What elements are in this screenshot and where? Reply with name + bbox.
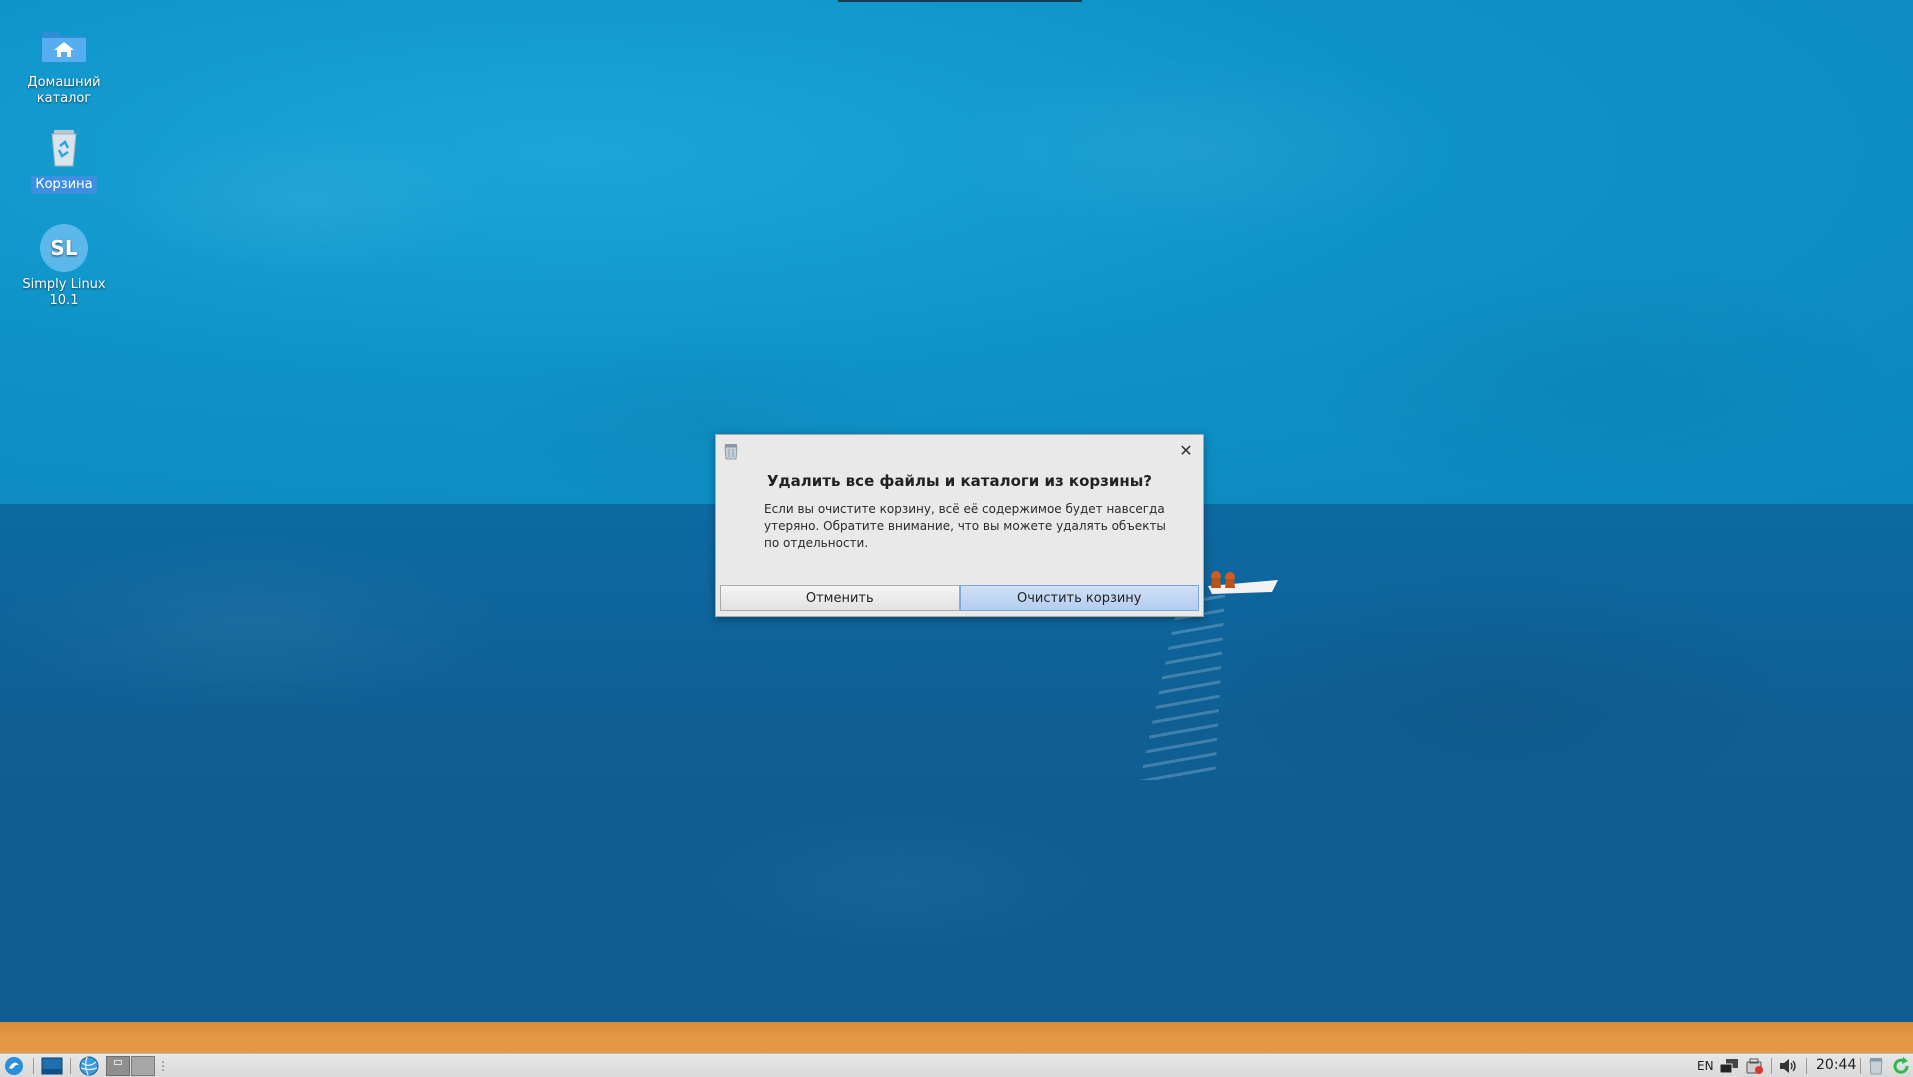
dialog-buttons: Отменить Очистить корзину [720, 585, 1199, 611]
simply-linux-icon: SL [38, 222, 90, 274]
desktop-icon-home-label: Домашний [27, 75, 101, 90]
volume-icon[interactable] [1777, 1056, 1799, 1076]
trash-tray-icon[interactable] [1865, 1056, 1887, 1076]
wallpaper-sand [0, 1022, 1913, 1054]
workspace-1-icon[interactable] [106, 1056, 130, 1076]
simply-linux-logo-text: SL [50, 236, 77, 260]
keyboard-layout-indicator[interactable]: EN [1697, 1058, 1714, 1074]
start-menu-icon[interactable] [3, 1056, 25, 1076]
desktop-icon-home[interactable]: Домашний каталог [16, 20, 112, 108]
browser-icon[interactable] [78, 1056, 100, 1076]
close-icon[interactable]: ✕ [1177, 442, 1195, 460]
trash-icon [38, 122, 90, 174]
show-desktop-icon[interactable] [41, 1056, 63, 1076]
desktop-icon-home-label-2: каталог [36, 91, 92, 106]
taskbar: ⋮ EN 20:44 [0, 1053, 1913, 1077]
workspace-2-icon[interactable] [131, 1056, 155, 1076]
update-icon[interactable] [1744, 1056, 1766, 1076]
desktop-icon-trash[interactable]: Корзина [16, 122, 112, 194]
network-icon[interactable] [1718, 1056, 1740, 1076]
cancel-button[interactable]: Отменить [720, 585, 960, 611]
desktop-icon-simply-linux-label-2: 10.1 [49, 293, 79, 308]
desktop-icon-simply-linux[interactable]: SL Simply Linux 10.1 [16, 222, 112, 310]
trash-icon [722, 442, 740, 460]
desktop-icon-simply-linux-label: Simply Linux [22, 277, 106, 292]
clock[interactable]: 20:44 [1816, 1057, 1856, 1073]
taskbar-handle[interactable]: ⋮ [157, 1058, 169, 1074]
dialog-titlebar[interactable]: ✕ [716, 435, 1203, 465]
home-folder-icon [38, 20, 90, 72]
desktop-icon-trash-label: Корзина [31, 176, 97, 194]
refresh-icon[interactable] [1891, 1056, 1911, 1076]
dialog-heading: Удалить все файлы и каталоги из корзины? [766, 472, 1152, 490]
dialog-message: Если вы очистите корзину, всё её содержи… [764, 502, 1166, 550]
empty-trash-button[interactable]: Очистить корзину [959, 585, 1199, 611]
empty-trash-dialog: ✕ Удалить все файлы и каталоги из корзин… [715, 434, 1204, 617]
